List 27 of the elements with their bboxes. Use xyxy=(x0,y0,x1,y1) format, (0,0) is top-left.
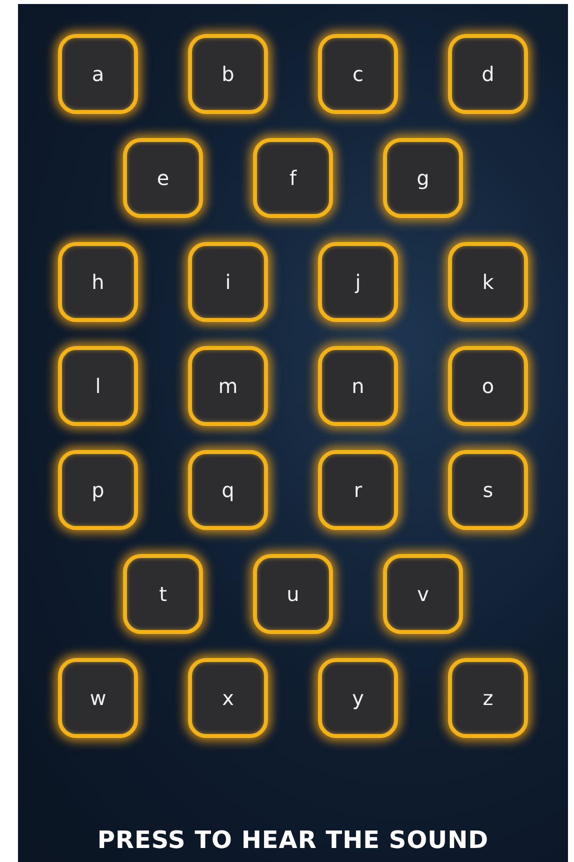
letter-key[interactable]: s xyxy=(448,450,528,530)
letter-key[interactable]: b xyxy=(188,34,268,114)
letter-key[interactable]: m xyxy=(188,346,268,426)
letter-key[interactable]: y xyxy=(318,658,398,738)
letter-key[interactable]: i xyxy=(188,242,268,322)
letter-key[interactable]: e xyxy=(123,138,203,218)
letter-key[interactable]: z xyxy=(448,658,528,738)
letter-key[interactable]: q xyxy=(188,450,268,530)
letter-key[interactable]: o xyxy=(448,346,528,426)
instruction-text: PRESS TO HEAR THE SOUND xyxy=(97,826,489,854)
letter-key[interactable]: k xyxy=(448,242,528,322)
letter-key[interactable]: v xyxy=(383,554,463,634)
letter-key[interactable]: l xyxy=(58,346,138,426)
letter-key[interactable]: n xyxy=(318,346,398,426)
letter-key[interactable]: g xyxy=(383,138,463,218)
letter-key[interactable]: f xyxy=(253,138,333,218)
letter-key[interactable]: x xyxy=(188,658,268,738)
letter-key[interactable]: t xyxy=(123,554,203,634)
letter-key[interactable]: w xyxy=(58,658,138,738)
letter-key[interactable]: u xyxy=(253,554,333,634)
letter-key[interactable]: j xyxy=(318,242,398,322)
letter-key[interactable]: h xyxy=(58,242,138,322)
letter-key[interactable]: c xyxy=(318,34,398,114)
letter-key[interactable]: a xyxy=(58,34,138,114)
letter-key[interactable]: d xyxy=(448,34,528,114)
letter-key[interactable]: r xyxy=(318,450,398,530)
letter-key[interactable]: p xyxy=(58,450,138,530)
